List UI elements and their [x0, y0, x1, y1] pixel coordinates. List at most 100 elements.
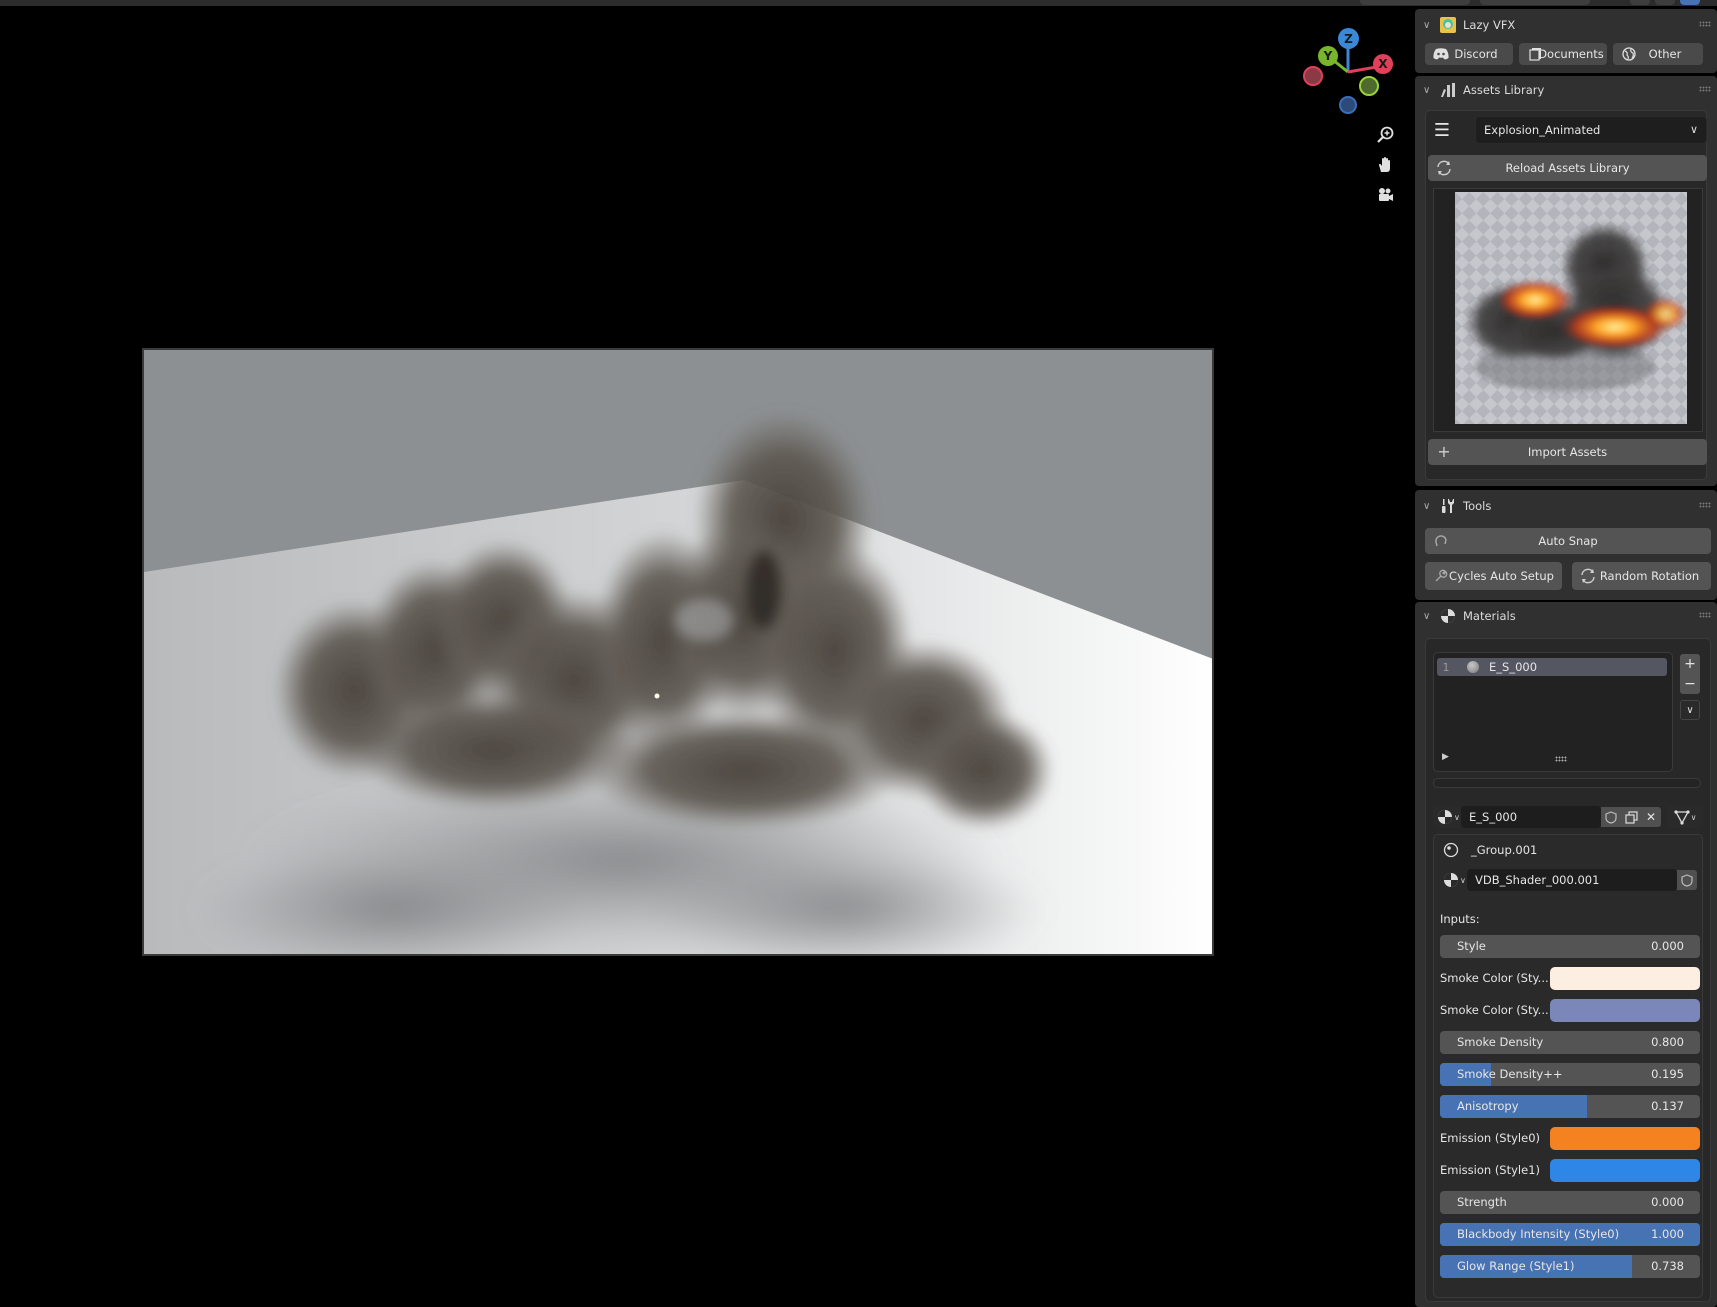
chevron-down-icon: ∨: [1423, 19, 1431, 31]
lazy-vfx-logo-icon: [1437, 17, 1459, 33]
drag-handle-icon[interactable]: [1699, 502, 1711, 508]
input-slider[interactable]: Glow Range (Style1) 0.738: [1440, 1255, 1700, 1278]
slider-label: Glow Range (Style1): [1457, 1259, 1575, 1273]
axis-x-label: X: [1378, 57, 1388, 71]
top-bar-toggle-active[interactable]: [1680, 0, 1700, 5]
top-bar-toggle[interactable]: [1630, 0, 1650, 5]
axis-y-label: Y: [1323, 49, 1333, 63]
color-input-label: Smoke Color (Sty...: [1440, 1003, 1549, 1017]
material-slot-row[interactable]: 1 E_S_000: [1437, 658, 1667, 676]
material-sphere-icon: [1438, 810, 1452, 824]
top-bar-toggle[interactable]: [1655, 0, 1675, 5]
slot-index: 1: [1442, 660, 1450, 674]
unlink-material-close-icon[interactable]: ✕: [1641, 807, 1661, 827]
slider-value: 0.738: [1651, 1259, 1684, 1273]
navigation-gizmo[interactable]: Z Y X: [1298, 20, 1408, 120]
magnet-icon: [1433, 533, 1449, 549]
discord-button[interactable]: Discord: [1425, 43, 1513, 65]
reload-assets-button[interactable]: Reload Assets Library: [1428, 155, 1707, 181]
zoom-icon[interactable]: [1370, 120, 1400, 150]
slider-label: Smoke Density: [1457, 1035, 1544, 1049]
material-browse-button[interactable]: ∨: [1433, 806, 1461, 828]
assets-library-title: Assets Library: [1463, 83, 1545, 97]
color-swatch[interactable]: [1550, 1159, 1700, 1182]
node-group-browse-button[interactable]: ∨: [1439, 869, 1467, 891]
3d-viewport[interactable]: Z Y X: [0, 6, 1410, 1307]
discord-icon: [1433, 46, 1449, 62]
top-bar-tab[interactable]: [1360, 0, 1470, 5]
asset-category-value: Explosion_Animated: [1484, 123, 1601, 137]
cycles-auto-setup-button[interactable]: Cycles Auto Setup: [1425, 562, 1562, 590]
input-slider[interactable]: Blackbody Intensity (Style0) 1.000: [1440, 1223, 1700, 1246]
asset-category-dropdown[interactable]: Explosion_Animated ∨: [1475, 116, 1707, 144]
pan-hand-icon[interactable]: [1370, 150, 1400, 180]
list-resize-handle[interactable]: [1555, 756, 1567, 762]
add-slot-button[interactable]: +: [1680, 654, 1700, 674]
fake-user-shield-icon[interactable]: [1601, 807, 1621, 827]
axis-neg-x-handle[interactable]: [1303, 66, 1323, 86]
material-sphere-icon: [1444, 873, 1458, 887]
hamburger-menu-icon[interactable]: ☰: [1431, 116, 1453, 144]
color-input-label: Smoke Color (Sty...: [1440, 971, 1549, 985]
explosion-preview-image: [1455, 192, 1687, 424]
random-rotation-button[interactable]: Random Rotation: [1572, 562, 1711, 590]
axis-neg-y-handle[interactable]: [1359, 76, 1379, 96]
color-swatch[interactable]: [1550, 1127, 1700, 1150]
link-mode-dropdown[interactable]: ∨: [1667, 806, 1703, 828]
plus-icon: +: [1437, 441, 1451, 461]
lazy-vfx-header[interactable]: ∨ Lazy VFX: [1415, 11, 1717, 39]
expand-triangle-icon[interactable]: ▶: [1442, 752, 1449, 762]
material-name-value: E_S_000: [1469, 810, 1518, 824]
drag-handle-icon[interactable]: [1699, 86, 1711, 92]
chevron-down-icon: ∨: [1690, 812, 1697, 822]
tools-header[interactable]: ∨ Tools: [1415, 492, 1717, 520]
import-assets-button[interactable]: + Import Assets: [1428, 439, 1707, 465]
auto-snap-button[interactable]: Auto Snap: [1425, 528, 1711, 554]
slider-value: 0.800: [1651, 1035, 1684, 1049]
materials-header[interactable]: ∨ Materials: [1415, 602, 1717, 630]
list-scrollbar[interactable]: [1433, 778, 1701, 788]
slider-value: 1.000: [1651, 1227, 1684, 1241]
material-name-field[interactable]: E_S_000: [1461, 806, 1601, 828]
color-input-label: Emission (Style0): [1440, 1131, 1540, 1145]
inputs-label: Inputs:: [1440, 912, 1480, 926]
other-label: Other: [1648, 47, 1682, 61]
chevron-down-icon: ∨: [1423, 500, 1431, 512]
camera-icon[interactable]: [1370, 180, 1400, 210]
material-preview-ball-icon: [1467, 661, 1479, 673]
assets-library-icon: [1437, 82, 1459, 98]
color-swatch[interactable]: [1550, 967, 1700, 990]
duplicate-material-icon[interactable]: [1621, 807, 1641, 827]
slot-specials-dropdown[interactable]: ∨: [1680, 700, 1700, 720]
slider-label: Blackbody Intensity (Style0): [1457, 1227, 1620, 1241]
assets-library-header[interactable]: ∨ Assets Library: [1415, 76, 1717, 104]
asset-preview-thumbnail[interactable]: [1455, 192, 1687, 424]
light-spot: [654, 693, 660, 699]
globe-icon: [1621, 46, 1637, 62]
remove-slot-button[interactable]: −: [1680, 674, 1700, 694]
other-button[interactable]: Other: [1613, 43, 1703, 65]
drag-handle-icon[interactable]: [1699, 612, 1711, 618]
drag-handle-icon[interactable]: [1699, 21, 1711, 27]
color-swatch[interactable]: [1550, 999, 1700, 1022]
refresh-icon: [1580, 568, 1596, 584]
node-tree-icon: [1443, 842, 1459, 858]
node-group-name: _Group.001: [1471, 843, 1538, 857]
input-slider[interactable]: Smoke Density++ 0.195: [1440, 1063, 1700, 1086]
lazy-vfx-title: Lazy VFX: [1463, 18, 1516, 32]
node-group-name-field[interactable]: VDB_Shader_000.001: [1467, 869, 1677, 891]
axis-x-handle[interactable]: X: [1373, 54, 1393, 74]
slot-name: E_S_000: [1489, 660, 1538, 674]
input-slider[interactable]: Style 0.000: [1440, 935, 1700, 958]
tools-title: Tools: [1463, 499, 1492, 513]
input-slider[interactable]: Anisotropy 0.137: [1440, 1095, 1700, 1118]
input-slider[interactable]: Strength 0.000: [1440, 1191, 1700, 1214]
slider-value: 0.137: [1651, 1099, 1684, 1113]
node-group-fake-user-shield-icon[interactable]: [1677, 870, 1697, 890]
axis-y-handle[interactable]: Y: [1318, 46, 1338, 66]
top-bar-tab[interactable]: [1480, 0, 1590, 5]
input-slider[interactable]: Smoke Density 0.800: [1440, 1031, 1700, 1054]
axis-z-handle[interactable]: Z: [1338, 28, 1359, 49]
axis-neg-z-handle[interactable]: [1339, 96, 1357, 114]
documents-button[interactable]: Documents: [1519, 43, 1607, 65]
